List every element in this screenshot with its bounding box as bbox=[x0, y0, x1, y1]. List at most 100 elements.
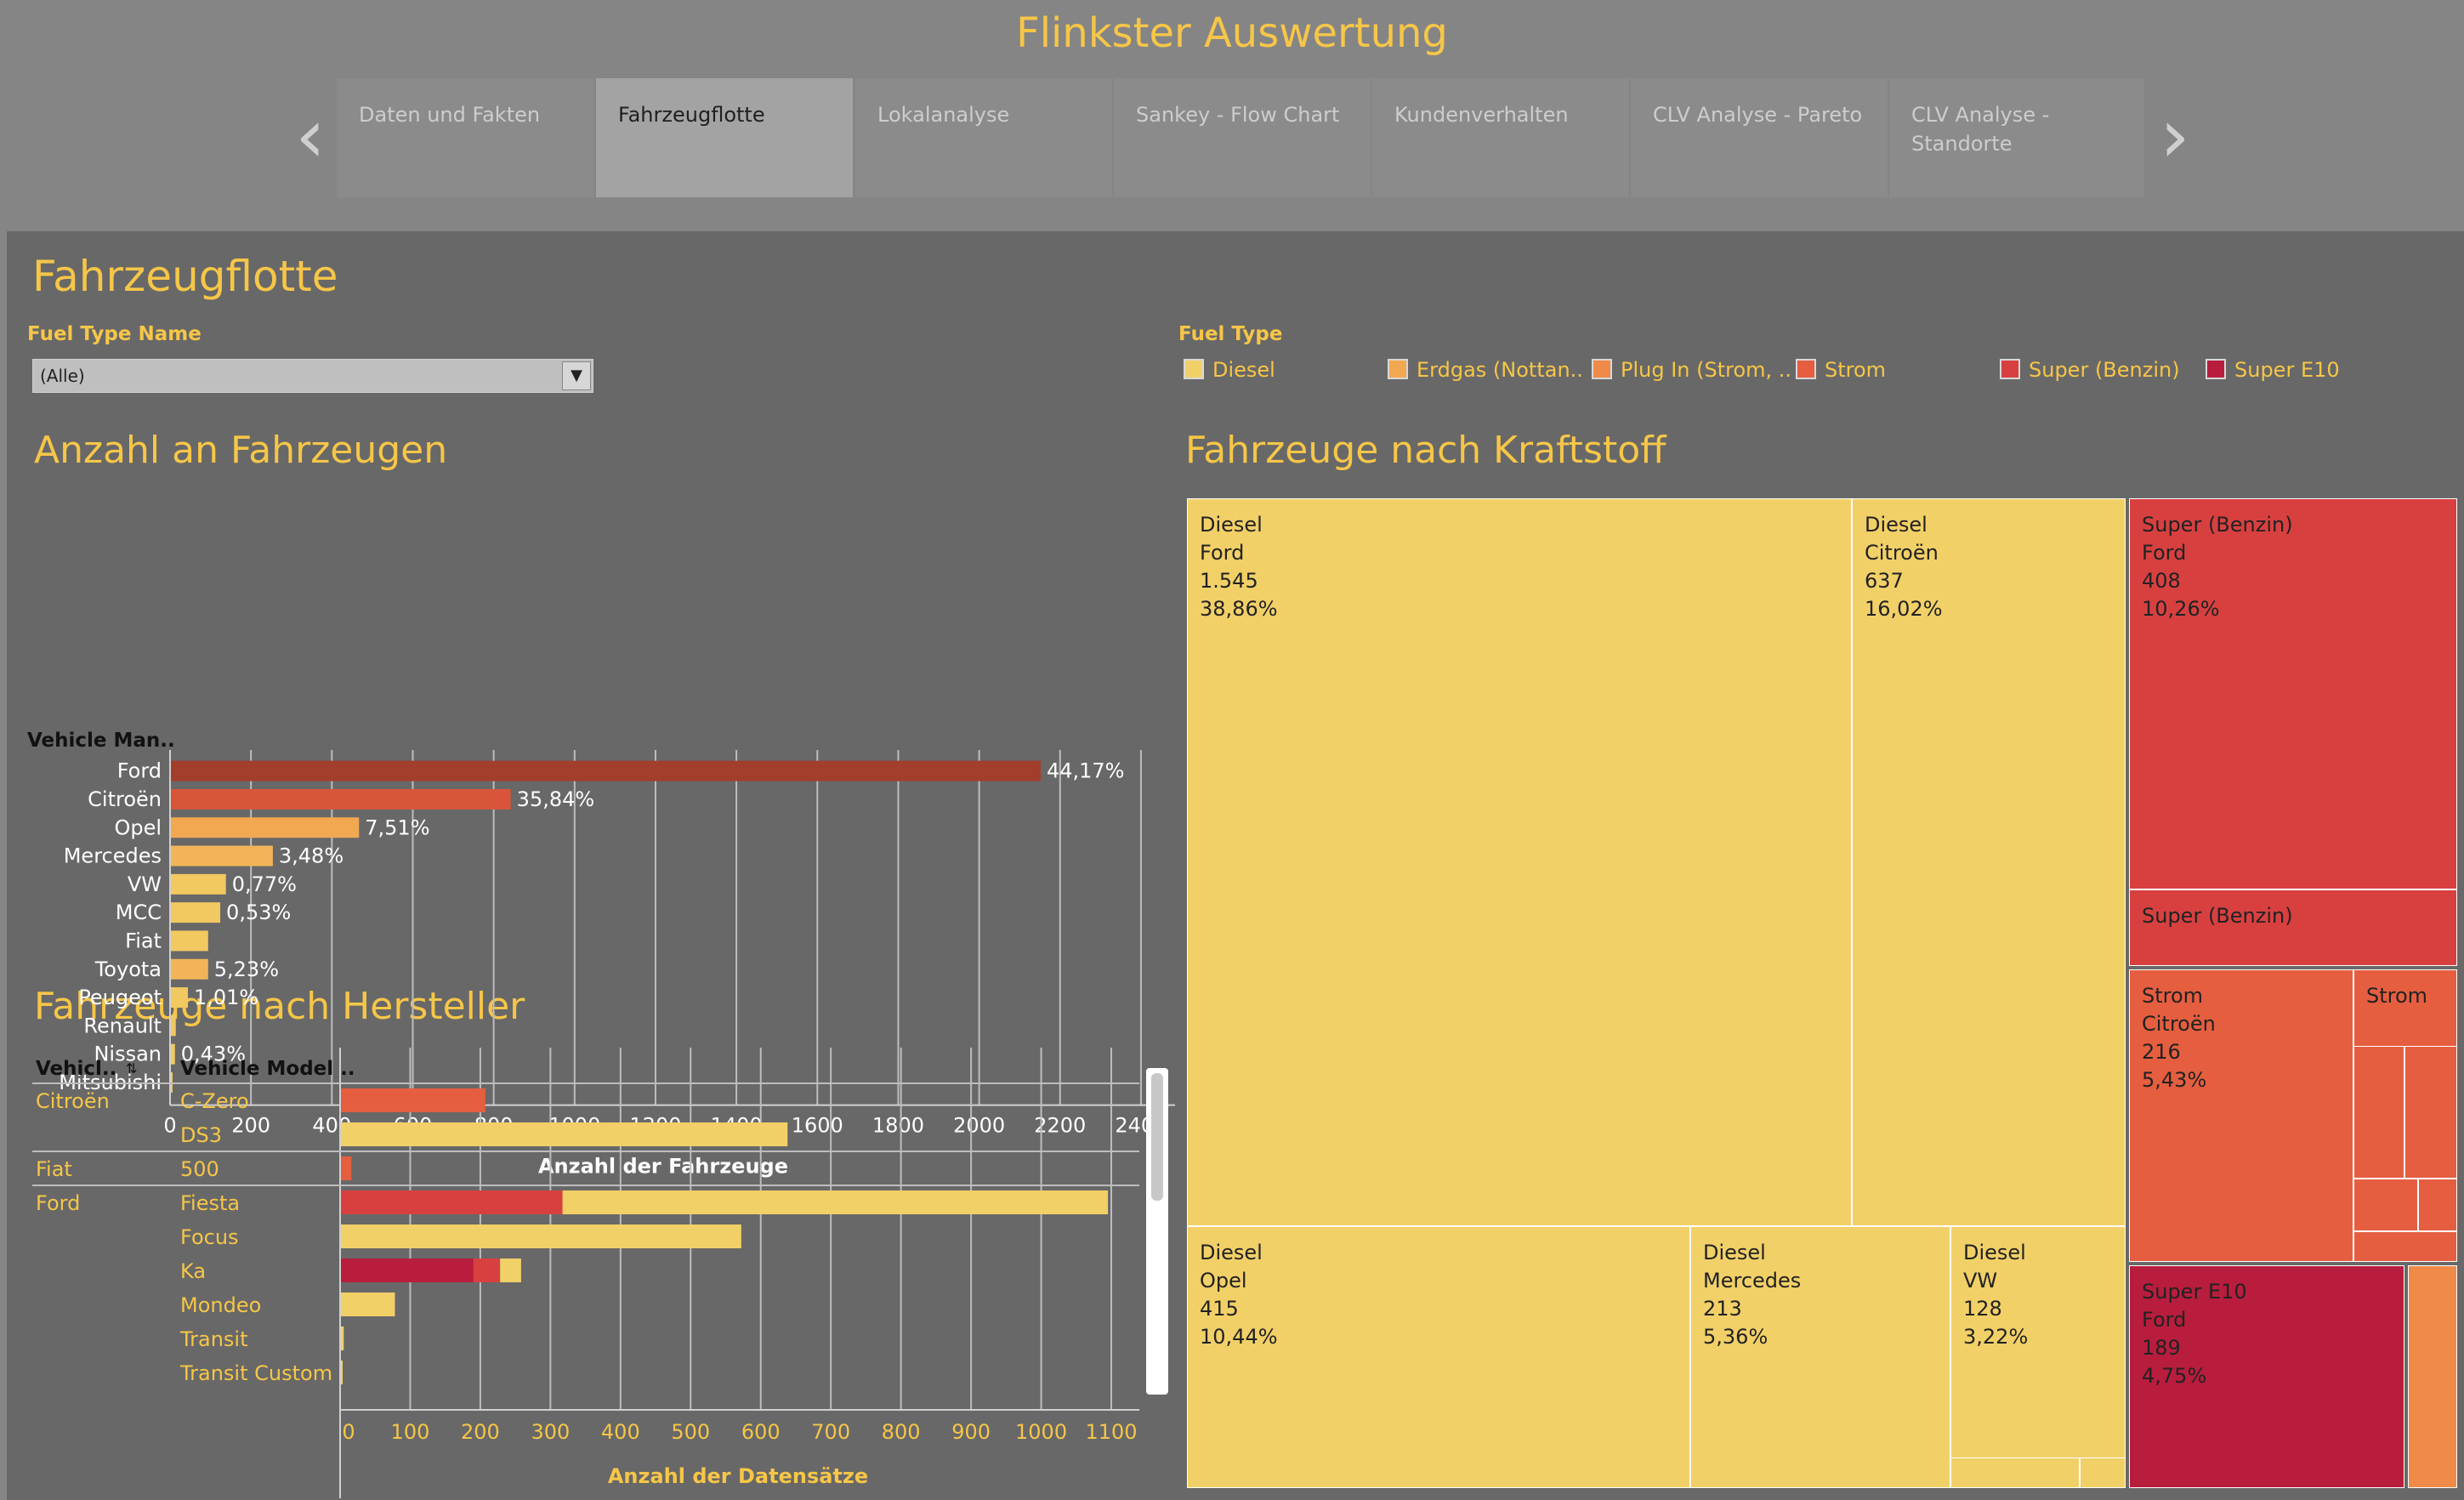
bar[interactable] bbox=[171, 817, 360, 838]
category-label: VW bbox=[128, 872, 162, 896]
treemap-cell[interactable]: Super (Benzin) Ford 408 10,26% bbox=[2129, 498, 2457, 889]
bar[interactable] bbox=[171, 845, 273, 866]
bar[interactable] bbox=[171, 788, 511, 810]
fuel-type-filter-value: (Alle) bbox=[40, 366, 85, 386]
chart-title-kraftstoff: Fahrzeuge nach Kraftstoff bbox=[1185, 429, 1666, 472]
treemap-subcell[interactable] bbox=[2408, 1265, 2457, 1488]
cell-fuel: Diesel bbox=[1200, 513, 1263, 537]
model-label: Fiesta bbox=[180, 1191, 240, 1215]
legend-swatch bbox=[1796, 359, 1816, 379]
bar[interactable] bbox=[171, 930, 208, 952]
bar[interactable] bbox=[171, 873, 226, 895]
bar[interactable] bbox=[171, 1015, 176, 1037]
bar-segment[interactable] bbox=[341, 1259, 474, 1282]
legend-item-2[interactable]: Plug In (Strom, .. bbox=[1592, 358, 1791, 385]
model-label: C-Zero bbox=[180, 1089, 249, 1113]
fuel-treemap: Diesel Ford 1.545 38,86% Diesel Citroën 637 16,… bbox=[1187, 498, 2459, 1488]
bar-segment[interactable] bbox=[562, 1190, 1109, 1214]
cell-value: 128 bbox=[1963, 1297, 2002, 1321]
chevron-left-icon[interactable]: ‹ bbox=[285, 99, 336, 173]
cell-value: 408 bbox=[2142, 569, 2181, 593]
app-title: Flinkster Auswertung bbox=[1016, 9, 1448, 57]
category-header: Vehicle Man.. bbox=[27, 730, 175, 752]
cell-pct: 10,44% bbox=[1200, 1325, 1278, 1349]
tab-clv-analyse-pareto[interactable]: CLV Analyse - Pareto bbox=[1631, 78, 1888, 197]
bar-segment[interactable] bbox=[341, 1327, 344, 1350]
category-label: Ford bbox=[117, 759, 162, 783]
treemap-cell[interactable]: Diesel Ford 1.545 38,86% bbox=[1187, 498, 1852, 1226]
treemap-cell[interactable]: Diesel VW 128 3,22% bbox=[1950, 1226, 2126, 1488]
bar-segment[interactable] bbox=[341, 1088, 485, 1112]
model-label: Mondeo bbox=[180, 1293, 261, 1317]
treemap-cell[interactable]: Diesel Opel 415 10,44% bbox=[1187, 1226, 1690, 1488]
treemap-subcell[interactable] bbox=[2353, 1046, 2404, 1179]
tab-sankey-flow-chart[interactable]: Sankey - Flow Chart bbox=[1114, 78, 1371, 197]
cell-fuel: Diesel bbox=[1865, 513, 1927, 537]
bar-segment[interactable] bbox=[500, 1259, 521, 1282]
treemap-subcell[interactable] bbox=[1950, 1457, 2080, 1488]
category-label: MCC bbox=[116, 901, 162, 924]
cell-value: 1.545 bbox=[1200, 569, 1258, 593]
bar-segment[interactable] bbox=[341, 1156, 352, 1180]
category-label: Opel bbox=[114, 815, 162, 839]
cell-value: 415 bbox=[1200, 1297, 1239, 1321]
model-label: 500 bbox=[180, 1157, 219, 1181]
tab-kundenverhalten[interactable]: Kundenverhalten bbox=[1372, 78, 1629, 197]
bar-segment[interactable] bbox=[341, 1293, 395, 1316]
category-label: Citroën bbox=[88, 787, 162, 811]
bar-segment[interactable] bbox=[341, 1190, 563, 1214]
chevron-right-icon[interactable]: › bbox=[2149, 99, 2200, 173]
cell-fuel: Strom bbox=[2142, 984, 2204, 1008]
cell-value: 213 bbox=[1703, 1297, 1742, 1321]
bar-segment[interactable] bbox=[341, 1224, 741, 1248]
bar[interactable] bbox=[171, 987, 188, 1009]
bar[interactable] bbox=[171, 760, 1041, 781]
model-label: Focus bbox=[180, 1225, 239, 1249]
data-label: 35,84% bbox=[517, 787, 595, 811]
legend-item-0[interactable]: Diesel bbox=[1184, 358, 1275, 385]
category-label: Renault bbox=[83, 1014, 162, 1037]
bar-segment[interactable] bbox=[341, 1122, 788, 1146]
fuel-type-filter-dropdown[interactable]: (Alle) ▼ bbox=[32, 359, 593, 393]
x-tick-label: 600 bbox=[741, 1420, 781, 1444]
cell-pct: 38,86% bbox=[1200, 597, 1278, 621]
treemap-subcell[interactable] bbox=[2353, 1179, 2418, 1231]
bar-segment[interactable] bbox=[473, 1259, 501, 1282]
legend-label: Erdgas (Nottan.. bbox=[1417, 358, 1583, 382]
cell-manufacturer: Citroën bbox=[2142, 1012, 2216, 1036]
tab-lokalanalyse[interactable]: Lokalanalyse bbox=[855, 78, 1112, 197]
cell-fuel: Super (Benzin) bbox=[2142, 513, 2293, 537]
treemap-cell[interactable]: Diesel Citroën 637 16,02% bbox=[1852, 498, 2126, 1226]
bar[interactable] bbox=[171, 958, 208, 980]
scrollbar-thumb[interactable] bbox=[1151, 1073, 1163, 1201]
sort-icon: ⇅ bbox=[126, 1060, 137, 1077]
x-axis-title: Anzahl der Datensätze bbox=[608, 1464, 868, 1488]
treemap-subcell[interactable] bbox=[2353, 1231, 2457, 1262]
bar[interactable] bbox=[171, 902, 221, 923]
cell-value: 637 bbox=[1865, 569, 1904, 593]
category-label: Toyota bbox=[94, 957, 162, 981]
legend-title: Fuel Type bbox=[1178, 323, 1283, 345]
cell-pct: 16,02% bbox=[1865, 597, 1943, 621]
treemap-cell[interactable]: Super (Benzin) bbox=[2129, 889, 2457, 966]
treemap-subcell[interactable] bbox=[2404, 1046, 2457, 1179]
bar-segment[interactable] bbox=[341, 1361, 343, 1384]
treemap-cell[interactable]: Super E10 Ford 189 4,75% bbox=[2129, 1265, 2404, 1488]
tab-fahrzeugflotte[interactable]: Fahrzeugflotte bbox=[596, 78, 853, 197]
treemap-subcell[interactable] bbox=[2418, 1179, 2457, 1231]
legend-item-3[interactable]: Strom bbox=[1796, 358, 1886, 385]
tab-daten-und-fakten[interactable]: Daten und Fakten bbox=[337, 78, 593, 197]
legend-label: Diesel bbox=[1212, 358, 1275, 382]
treemap-subcell[interactable] bbox=[2080, 1457, 2126, 1488]
dropdown-arrow-icon[interactable]: ▼ bbox=[562, 361, 591, 390]
cell-manufacturer: Ford bbox=[1200, 541, 1245, 565]
legend-item-1[interactable]: Erdgas (Nottan.. bbox=[1388, 358, 1583, 385]
treemap-cell[interactable]: Strom Citroën 216 5,43% bbox=[2129, 969, 2353, 1262]
tab-clv-analyse-standorte[interactable]: CLV Analyse - Standorte bbox=[1889, 78, 2144, 197]
cell-fuel: Strom bbox=[2366, 984, 2428, 1008]
legend-label: Plug In (Strom, .. bbox=[1621, 358, 1792, 382]
cell-pct: 5,36% bbox=[1703, 1325, 1769, 1349]
legend-item-4[interactable]: Super (Benzin) bbox=[2000, 358, 2180, 385]
legend-item-5[interactable]: Super E10 bbox=[2206, 358, 2340, 385]
treemap-cell[interactable]: Diesel Mercedes 213 5,36% bbox=[1690, 1226, 1950, 1488]
